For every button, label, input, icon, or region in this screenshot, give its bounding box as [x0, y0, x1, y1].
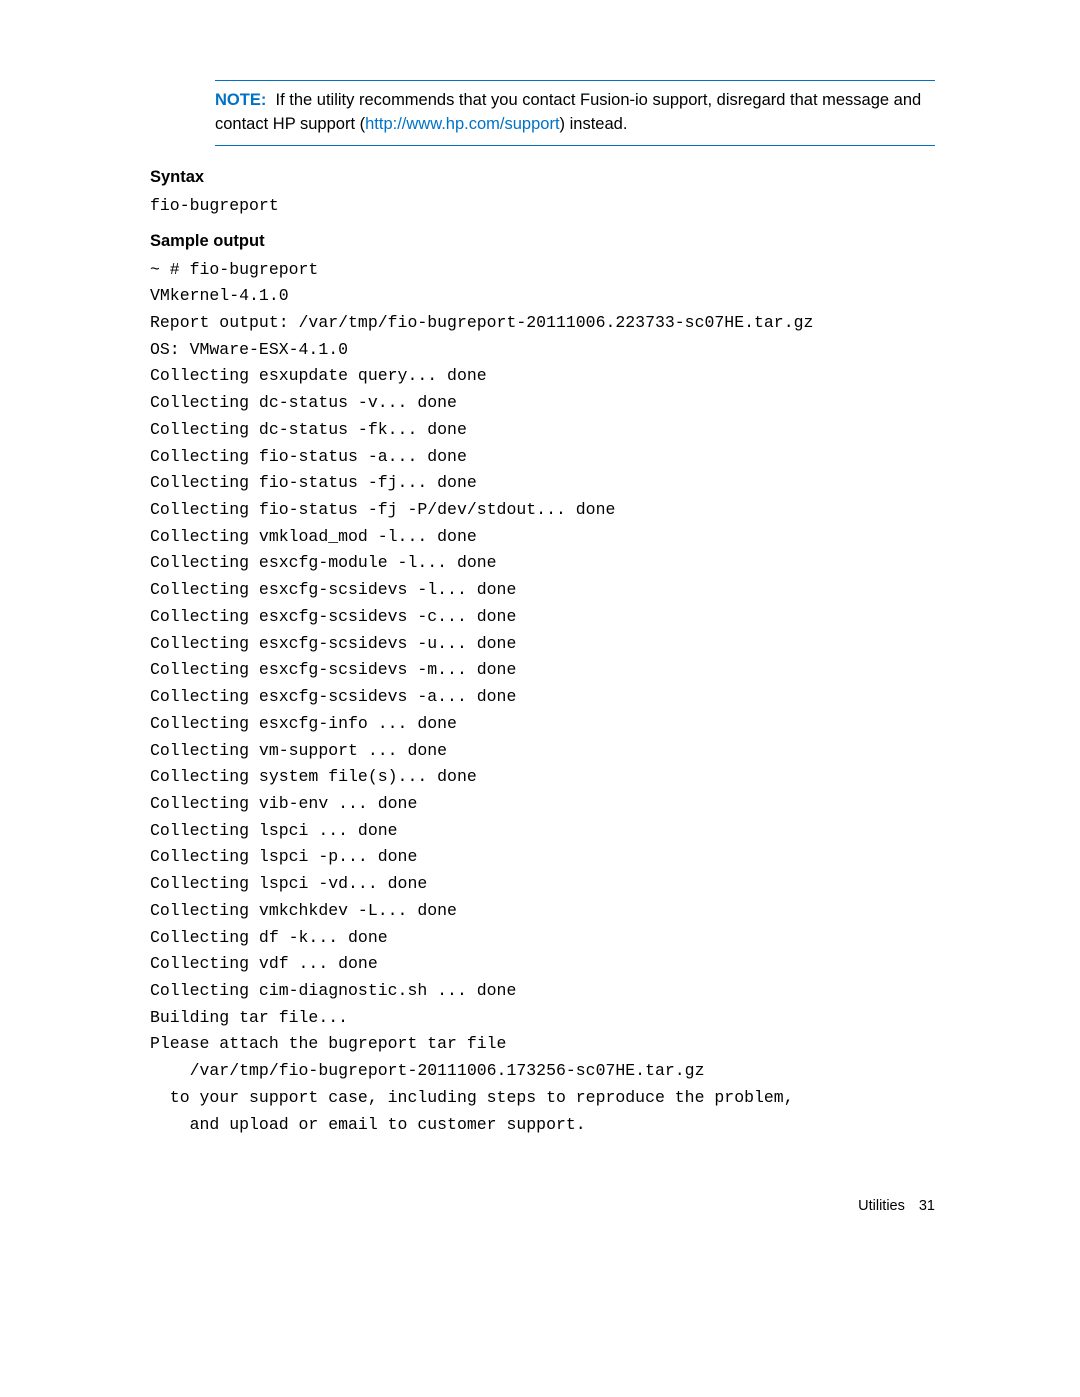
- page-footer: Utilities 31: [150, 1198, 935, 1214]
- syntax-command: fio-bugreport: [150, 193, 935, 220]
- note-label: NOTE:: [215, 91, 266, 109]
- footer-page-number: 31: [919, 1198, 935, 1214]
- note-link[interactable]: http://www.hp.com/support: [365, 115, 559, 133]
- syntax-heading: Syntax: [150, 168, 935, 187]
- sample-output-block: ~ # fio-bugreport VMkernel-4.1.0 Report …: [150, 257, 935, 1139]
- footer-section: Utilities: [858, 1198, 905, 1214]
- note-box: NOTE: If the utility recommends that you…: [215, 80, 935, 146]
- page-content: NOTE: If the utility recommends that you…: [0, 0, 1080, 1274]
- sample-output-heading: Sample output: [150, 232, 935, 251]
- note-text-after: ) instead.: [560, 115, 628, 133]
